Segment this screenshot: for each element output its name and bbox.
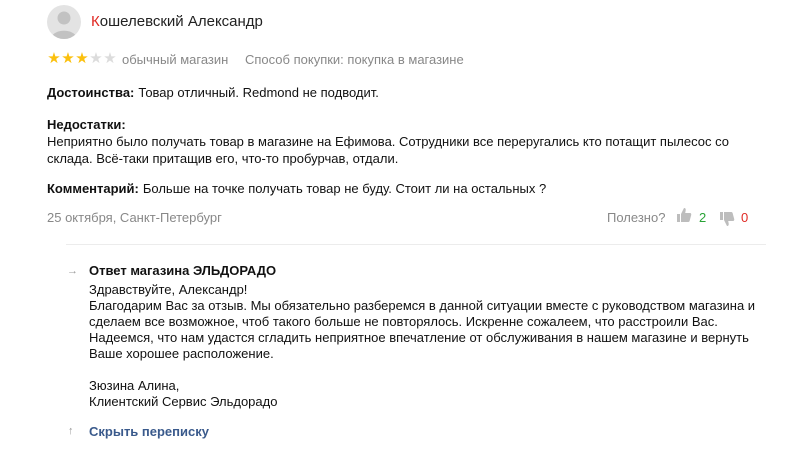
cons-section: Недостатки: Неприятно было получать това…	[47, 116, 729, 167]
dislikes-count: 0	[741, 210, 749, 225]
rating-label: обычный магазин	[122, 52, 229, 67]
reply-body: Здравствуйте, Александр! Благодарим Вас …	[89, 282, 755, 410]
pros-text: Товар отличный. Redmond не подводит.	[138, 85, 379, 100]
star-icon: ★	[103, 50, 117, 67]
useful-label: Полезно?	[607, 210, 666, 225]
star-icon: ★	[61, 50, 75, 67]
reply-line: Здравствуйте, Александр!	[89, 282, 248, 297]
reply-line: Благодарим Вас за отзыв. Мы обязательно …	[89, 298, 756, 313]
star-icon: ★	[89, 50, 103, 67]
reply-line: сделаем все возможное, чтоб такого больш…	[89, 314, 718, 329]
thumbs-down-icon[interactable]	[719, 211, 735, 232]
star-icon: ★	[47, 50, 61, 67]
reply-line: Ваше хорошее расположение.	[89, 346, 274, 361]
rating-stars: ★ ★ ★ ★ ★	[47, 51, 117, 67]
user-icon	[51, 11, 77, 39]
cons-label: Недостатки:	[47, 117, 126, 132]
thumbs-up-icon[interactable]	[676, 207, 692, 228]
comment-text: Больше на точке получать товар не буду. …	[142, 181, 547, 196]
reply-line: Клиентский Сервис Эльдорадо	[89, 394, 278, 409]
star-icon: ★	[75, 50, 89, 67]
pros-label: Достоинства:	[47, 85, 135, 100]
reply-blank-line	[89, 362, 755, 378]
pros-section: Достоинства: Товар отличный. Redmond не п…	[47, 84, 379, 101]
review-date-location: 25 октября, Санкт-Петербург	[47, 210, 222, 225]
arrow-right-icon: →	[67, 265, 78, 277]
author-name[interactable]: Кошелевский Александр	[91, 13, 263, 30]
reply-title: Ответ магазина ЭЛЬДОРАДО	[89, 263, 277, 278]
reply-line: Зюзина Алина,	[89, 378, 180, 393]
cons-text-line: Неприятно было получать товар в магазине…	[47, 134, 729, 149]
purchase-method: Способ покупки: покупка в магазине	[245, 52, 464, 67]
divider	[66, 244, 766, 245]
collapse-thread-link[interactable]: Скрыть переписку	[89, 424, 209, 439]
reply-line: Надеемся, что нам удастся сгладить непри…	[89, 330, 749, 345]
comment-section: Комментарий: Больше на точке получать тов…	[47, 180, 546, 197]
avatar[interactable]	[47, 5, 81, 39]
cons-text-line: склада. Всё-таки притащив его, что-то пр…	[47, 151, 399, 166]
arrow-up-icon: ↑	[68, 425, 74, 437]
comment-label: Комментарий:	[47, 181, 139, 196]
likes-count: 2	[699, 210, 707, 225]
